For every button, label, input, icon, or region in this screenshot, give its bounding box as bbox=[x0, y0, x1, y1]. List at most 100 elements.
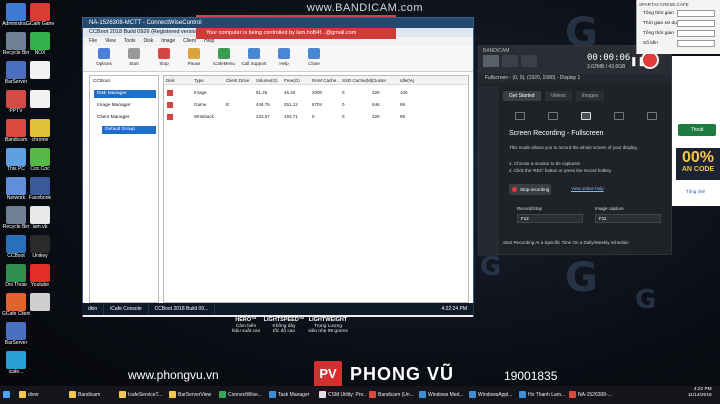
toolbar-label: Stop bbox=[159, 61, 169, 66]
taskbar-item[interactable]: diver bbox=[16, 386, 66, 404]
device-mode-icon[interactable] bbox=[521, 55, 537, 67]
menu-item-file[interactable]: File bbox=[89, 37, 97, 46]
remote-taskbar-item[interactable]: iCafe Console bbox=[104, 303, 149, 315]
rectangle-mode-icon[interactable] bbox=[514, 112, 525, 120]
system-clock[interactable]: 4:22 PM 11/14/2018 bbox=[688, 387, 712, 399]
tab-videos[interactable]: Videos bbox=[544, 91, 572, 101]
column-header[interactable]: Cluster bbox=[372, 76, 386, 85]
promo-link[interactable]: Tổng nhé bbox=[686, 189, 705, 194]
window-titlebar[interactable]: NA-1526308-MCTT - ConnectWiseControl bbox=[83, 18, 473, 28]
toolbar-help-button[interactable]: Help bbox=[269, 46, 299, 71]
desktop-icon[interactable]: NOX bbox=[26, 32, 54, 56]
tree-item[interactable]: Default Group bbox=[102, 126, 156, 134]
column-header[interactable]: Idle(%) bbox=[400, 76, 414, 85]
toolbar-call-support-button[interactable]: Call Support bbox=[239, 46, 269, 71]
schedule-link[interactable]: Start Recording At a Specific Time On a … bbox=[503, 240, 629, 245]
tree-item[interactable]: Disk Manager bbox=[94, 90, 156, 98]
remote-taskbar-item[interactable]: 4:22:24 PM bbox=[435, 303, 474, 315]
screen-mode-icon[interactable] bbox=[483, 55, 499, 67]
exit-button[interactable]: Thoát bbox=[678, 124, 716, 136]
region-mode-icon[interactable] bbox=[614, 112, 625, 120]
table-cell: 251.12 bbox=[284, 102, 298, 107]
taskbar-item[interactable]: Bandicam bbox=[66, 386, 116, 404]
desktop-icon[interactable] bbox=[26, 61, 54, 79]
tree-item[interactable]: CCBoot bbox=[90, 78, 156, 86]
table-cell: 0 bbox=[342, 102, 345, 107]
recording-size: 3.62MB / 43.6GB bbox=[587, 64, 626, 70]
taskbar-item[interactable]: ConnectWise... bbox=[216, 386, 266, 404]
taskbar-item[interactable]: WindowsAppl... bbox=[466, 386, 516, 404]
desktop-icon[interactable]: lam.vb bbox=[26, 206, 54, 230]
column-header[interactable]: Free(G) bbox=[284, 76, 300, 85]
remote-taskbar-item[interactable]: dkin bbox=[82, 303, 105, 315]
toolbar-icafemenu-button[interactable]: iCafeMenu bbox=[209, 46, 239, 71]
column-header[interactable]: Type bbox=[194, 76, 204, 85]
online-help-link[interactable]: View online help bbox=[571, 186, 604, 191]
desktop-icon[interactable]: icafe... bbox=[2, 351, 30, 375]
app-icon bbox=[6, 32, 26, 50]
bandicam-tabs: Get Started Videos Images bbox=[503, 91, 671, 101]
column-header[interactable]: SSD Cache(M) bbox=[342, 76, 372, 85]
taskbar-item[interactable]: NA-1526308-... bbox=[566, 386, 616, 404]
toolbar-close-button[interactable]: Close bbox=[299, 46, 329, 71]
stop-recording-button[interactable]: Stop recording bbox=[509, 184, 551, 195]
tab-images[interactable]: Images bbox=[575, 91, 605, 101]
menu-item-image[interactable]: Image bbox=[161, 37, 175, 46]
mouse-mode-icon[interactable] bbox=[647, 112, 658, 120]
desktop-icon[interactable]: Facebook bbox=[26, 177, 54, 201]
hotkey-capture-field[interactable]: F11 bbox=[595, 214, 661, 223]
desktop-icon[interactable]: Youtube bbox=[26, 264, 54, 288]
app-icon bbox=[6, 148, 26, 166]
desktop-icon[interactable]: BarServer bbox=[2, 322, 30, 346]
window-mode-icon[interactable] bbox=[547, 112, 558, 120]
table-cell: 193.71 bbox=[284, 114, 298, 119]
desktop-icon[interactable] bbox=[26, 90, 54, 108]
tree-item[interactable]: Image Manager bbox=[94, 102, 156, 110]
game-mode-icon[interactable] bbox=[502, 55, 518, 67]
fullscreen-mode-icon[interactable] bbox=[580, 112, 591, 120]
table-cell: 100 bbox=[400, 90, 408, 95]
brand-name: PHONG VŨ bbox=[350, 364, 455, 384]
taskbar-item[interactable]: IcafeServiceT... bbox=[116, 386, 166, 404]
remote-taskbar-item[interactable]: CCBoot 2018 Build 09... bbox=[149, 303, 216, 315]
start-button[interactable] bbox=[0, 386, 16, 404]
table-row[interactable]: Image 91.26 46.40 2000 0 32K 100 bbox=[164, 88, 468, 97]
toolbar-label: Call Support bbox=[241, 61, 267, 66]
call-support-icon bbox=[248, 48, 260, 59]
desktop-icon[interactable]: Unikey bbox=[26, 235, 54, 259]
taskbar-item[interactable]: BarServerView bbox=[166, 386, 216, 404]
toolbar-pause-button[interactable]: Pause bbox=[179, 46, 209, 71]
desktop-icon[interactable]: chrome bbox=[26, 119, 54, 143]
toolbar-start-button[interactable]: Start bbox=[119, 46, 149, 71]
desktop-icon-label: Youtube bbox=[30, 282, 50, 288]
app-icon bbox=[30, 264, 50, 282]
desktop-icon[interactable] bbox=[26, 293, 54, 311]
column-header[interactable]: Client Drive bbox=[226, 76, 249, 85]
table-row[interactable]: Writeback 223.57 193.71 0 0 32K 99 bbox=[164, 112, 468, 121]
mode-description: This mode allows you to record the whole… bbox=[509, 145, 638, 150]
desktop-icon-label: icafe... bbox=[8, 369, 24, 375]
taskbar-item[interactable]: CSM Utility: Pro... bbox=[316, 386, 366, 404]
menu-item-disk[interactable]: Disk bbox=[144, 37, 154, 46]
column-header[interactable]: Volume(G) bbox=[256, 76, 278, 85]
menu-item-client[interactable]: Client bbox=[183, 37, 196, 46]
menu-item-tools[interactable]: Tools bbox=[124, 37, 136, 46]
toolbar-stop-button[interactable]: Stop bbox=[149, 46, 179, 71]
taskbar-item[interactable]: Windows Med... bbox=[416, 386, 466, 404]
desktop-icon[interactable]: GCafe Games bbox=[26, 3, 54, 27]
taskbar-item[interactable]: Task Manager bbox=[266, 386, 316, 404]
column-header[interactable]: RAM Cache... bbox=[312, 76, 340, 85]
taskbar-item[interactable]: Ho Thanh Lam... bbox=[516, 386, 566, 404]
hotkey-record-field[interactable]: F12 bbox=[517, 214, 583, 223]
table-row[interactable]: Game E: 446.76 251.12 8704 0 64K 99 bbox=[164, 100, 468, 109]
windows-taskbar: diver Bandicam IcafeServiceT... BarServerVi… bbox=[0, 386, 720, 404]
desktop-icon[interactable]: Coc Coc bbox=[26, 148, 54, 172]
toolbar-options-button[interactable]: Options bbox=[89, 46, 119, 71]
tab-get-started[interactable]: Get Started bbox=[503, 91, 541, 101]
app-icon bbox=[419, 391, 426, 398]
taskbar-item[interactable]: Bandicam (Un... bbox=[366, 386, 416, 404]
recording-timer: 00:00:06 bbox=[587, 53, 631, 63]
column-header[interactable]: Disk bbox=[166, 76, 175, 85]
menu-item-view[interactable]: View bbox=[105, 37, 116, 46]
tree-item[interactable]: Client Manager bbox=[94, 114, 156, 122]
